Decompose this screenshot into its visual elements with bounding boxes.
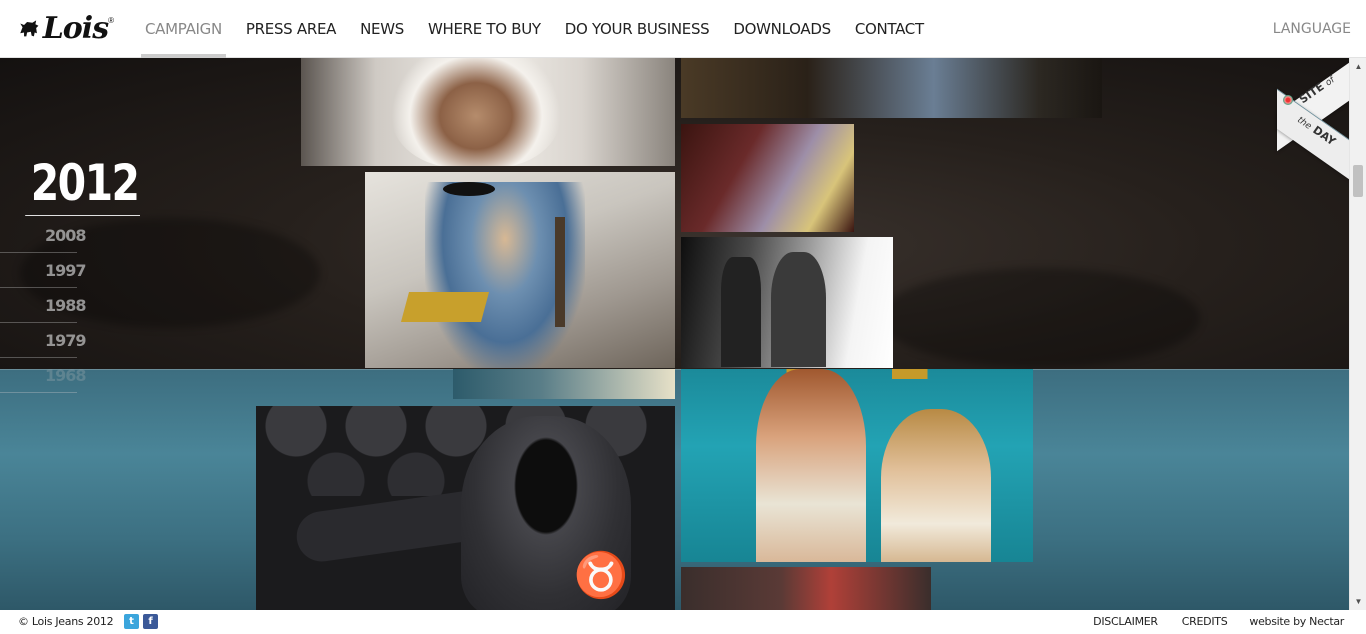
year-link-2008[interactable]: 2008 [0, 218, 87, 253]
nav-downloads[interactable]: DOWNLOADS [721, 0, 842, 58]
nectar-credit-link[interactable]: website by Nectar [1249, 610, 1344, 633]
scroll-up-arrow-icon[interactable]: ▲ [1350, 58, 1366, 75]
logo-wordmark: Lois [42, 10, 109, 46]
main-nav: CAMPAIGN PRESS AREA NEWS WHERE TO BUY DO… [141, 0, 936, 58]
year-item: 1968 [0, 358, 87, 393]
campaign-gallery: ♉ 2012 2008 1997 1988 1979 1968 SITE of … [0, 58, 1349, 610]
bull-icon: ♉ [573, 551, 629, 600]
year-link-1988[interactable]: 1988 [0, 288, 87, 323]
year-link-1968[interactable]: 1968 [0, 358, 87, 393]
campaign-photo[interactable] [301, 58, 675, 166]
registered-mark: ® [108, 16, 114, 25]
site-of-the-day-badge[interactable]: SITE of the DAY [1277, 58, 1349, 180]
footer-links: DISCLAIMER CREDITS website by Nectar [1093, 610, 1366, 633]
year-link-1997[interactable]: 1997 [0, 253, 87, 288]
nav-where-to-buy[interactable]: WHERE TO BUY [416, 0, 553, 58]
nav-do-your-business[interactable]: DO YOUR BUSINESS [553, 0, 722, 58]
lois-logo[interactable]: Lois ® [18, 10, 114, 46]
vertical-scrollbar[interactable]: ▲ ▼ [1349, 58, 1366, 610]
campaign-photo[interactable] [681, 567, 931, 610]
campaign-photo[interactable]: ♉ [256, 406, 675, 610]
scrollbar-thumb[interactable] [1353, 165, 1363, 197]
facebook-icon[interactable]: f [143, 614, 158, 629]
year-item: 2008 [0, 218, 87, 253]
campaign-photo[interactable] [681, 58, 1102, 118]
language-selector[interactable]: LANGUAGE [1273, 0, 1351, 58]
campaign-photo[interactable] [681, 124, 854, 232]
nav-news[interactable]: NEWS [348, 0, 416, 58]
site-footer: © Lois Jeans 2012 t f DISCLAIMER CREDITS… [0, 610, 1366, 633]
site-header: Lois ® CAMPAIGN PRESS AREA NEWS WHERE TO… [0, 0, 1366, 58]
year-item: 1997 [0, 253, 87, 288]
disclaimer-link[interactable]: DISCLAIMER [1093, 610, 1158, 633]
year-timeline: 2012 2008 1997 1988 1979 1968 [0, 150, 140, 393]
year-list: 2008 1997 1988 1979 1968 [0, 218, 140, 393]
twitter-icon[interactable]: t [124, 614, 139, 629]
bull-shadow [880, 268, 1200, 368]
year-item: 1979 [0, 323, 87, 358]
campaign-photo[interactable] [453, 369, 675, 399]
campaign-photo[interactable] [681, 237, 893, 368]
bull-icon [20, 20, 39, 37]
year-item: 1988 [0, 288, 87, 323]
nav-campaign[interactable]: CAMPAIGN [141, 0, 226, 58]
campaign-photo[interactable] [681, 369, 1033, 562]
campaign-photo[interactable] [365, 172, 675, 368]
nav-contact[interactable]: CONTACT [843, 0, 936, 58]
scroll-down-arrow-icon[interactable]: ▼ [1350, 593, 1366, 610]
copyright-text: © Lois Jeans 2012 [18, 615, 114, 628]
nav-press-area[interactable]: PRESS AREA [234, 0, 348, 58]
year-link-1979[interactable]: 1979 [0, 323, 87, 358]
award-flower-icon [1283, 95, 1293, 105]
credits-link[interactable]: CREDITS [1182, 610, 1228, 633]
current-year: 2012 [25, 150, 140, 216]
social-links: t f [124, 614, 158, 629]
